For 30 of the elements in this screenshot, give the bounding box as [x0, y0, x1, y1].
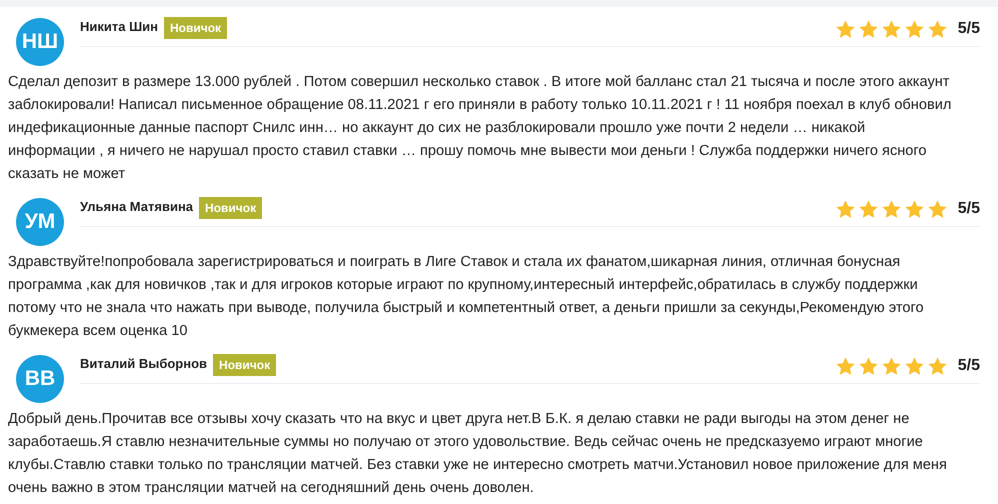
- star-icon: [926, 18, 948, 40]
- star-icon: [926, 356, 948, 376]
- review-text: Здравствуйте!попробовала зарегистрироваться и поиграть в Лиге Ставок и стала их фанатом,шикарная линия, отличная бонусная программа ,как для новичков ,так и для игроков которые играют по крупному,интересный интерфейс,обратилась в службу поддержки потому что не знала что нажать при выводе, получила быстрый и компетентный ответ, а деньги пришли за секунды,Рекомендую этого букмекера всем оценка 10: [8, 253, 925, 341]
- star-icon: [904, 18, 925, 40]
- star-icon: [834, 18, 856, 40]
- star-icon: [926, 198, 948, 220]
- rank-badge: Новичок: [164, 17, 228, 39]
- avatar: УМ: [16, 198, 64, 246]
- star-icon: [858, 356, 879, 376]
- star-icon: [904, 356, 925, 376]
- star-icon: [880, 18, 902, 40]
- rating-score: 5/5: [958, 356, 980, 376]
- star-icon: [880, 198, 902, 220]
- star-icon: [834, 198, 856, 220]
- author-name: Виталий Выборнов: [80, 355, 208, 373]
- author-name: Никита Шин: [80, 18, 158, 36]
- review-text: Добрый день.Прочитав все отзывы хочу сказать что на вкус и цвет друга нет.В Б.К. я делаю ставки не ради выгоды на этом денег не заработаешь.Я ставлю незначительные суммы но получаю от этого удовольствие. Ведь сейчас очень не предсказуемо играют многие клубы.Ставлю ставки только по трансляции матчей. Без ставки уже не интересно смотреть матчи.Установил новое приложение для меня очень важно в этом трансляции матчей на сегодняшний день очень доволен.: [8, 410, 948, 498]
- star-icon: [858, 18, 879, 40]
- star-icon: [904, 198, 925, 220]
- star-icon: [834, 356, 856, 376]
- rating-score: 5/5: [958, 19, 980, 39]
- avatar: ВВ: [16, 355, 64, 403]
- avatar: НШ: [16, 18, 64, 66]
- rating-score: 5/5: [958, 199, 980, 219]
- review-text: Сделал депозит в размере 13.000 рублей . Потом совершил несколько ставок . В итоге мой балланс стал 21 тысяча и после этого аккаунт заблокировали! Написал письменное обращение 08.11.2021 г его приняли в работу только 10.11.2021 г ! 11 ноября поехал в клуб обновил индефикационные данные паспорт Снилс инн… но аккаунт до сих не разблокировали прошло уже почти 2 недели … никакой информации , я ничего не нарушал просто ставил ставки … прошу помочь мне вывести мои деньги ! Служба поддержки ничего ясного сказать не может: [8, 73, 952, 184]
- star-icon: [880, 356, 902, 376]
- author-name: Ульяна Матявина: [80, 198, 194, 216]
- rank-badge: Новичок: [213, 354, 276, 376]
- rank-badge: Новичок: [199, 197, 262, 219]
- star-icon: [858, 198, 879, 220]
